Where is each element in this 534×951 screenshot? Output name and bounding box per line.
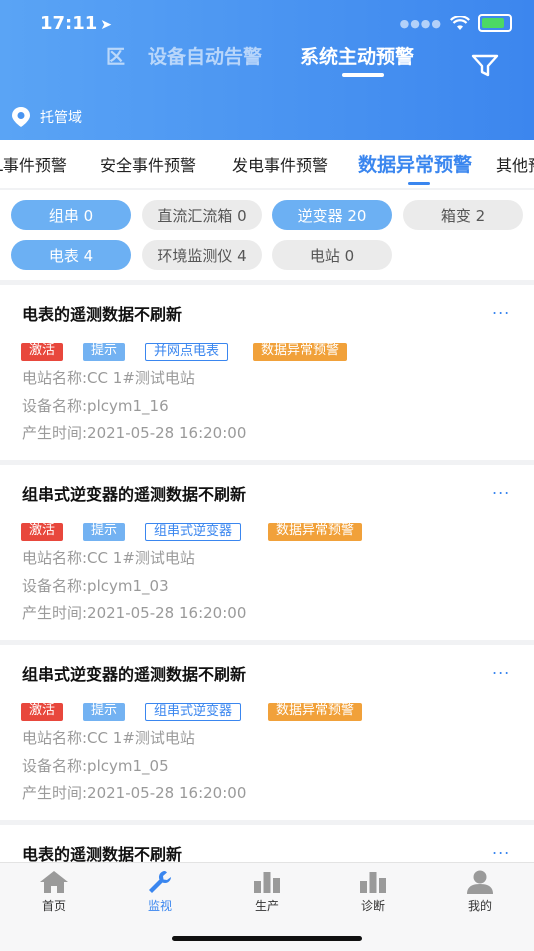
filter-icon[interactable]	[468, 50, 502, 80]
active-tab-indicator	[342, 73, 384, 77]
category-active-indicator	[408, 182, 430, 185]
bar-chart-icon	[360, 872, 386, 893]
device-type-badge: 组串式逆变器	[145, 703, 242, 721]
wifi-icon	[450, 15, 470, 30]
alert-card[interactable]: 组串式逆变器的遥测数据不刷新 ... 激活 提示 组串式逆变器 数据异常预警 电…	[0, 645, 534, 820]
alert-card[interactable]: 电表的遥测数据不刷新 ... 激活 提示 并网点电表 数据异常预警 电站名称:C…	[0, 285, 534, 460]
chip-string[interactable]: 组串 0	[11, 200, 131, 230]
more-icon[interactable]: ...	[492, 299, 510, 318]
status-badge: 激活	[21, 343, 64, 361]
level-badge: 提示	[83, 523, 126, 541]
level-badge: 提示	[83, 703, 126, 721]
level-badge: 提示	[83, 343, 126, 361]
device-type-badge: 组串式逆变器	[145, 523, 242, 541]
chip-dc-combiner[interactable]: 直流汇流箱 0	[142, 200, 262, 230]
alert-time: 产生时间:2021-05-28 16:20:00	[22, 784, 247, 802]
location-label: 托管域	[40, 110, 82, 126]
more-icon[interactable]: ...	[492, 659, 510, 678]
alert-device: 设备名称:plcym1_03	[22, 577, 169, 595]
top-tabs: 区 设备自动告警 系统主动预警	[0, 42, 534, 82]
bottom-tab-label: 诊断	[360, 899, 385, 913]
chip-box-transformer[interactable]: 箱变 2	[403, 200, 523, 230]
category-tab-generation[interactable]: 发电事件预警	[232, 152, 328, 176]
category-badge: 数据异常预警	[268, 523, 363, 541]
home-icon	[40, 871, 68, 893]
category-badge: 数据异常预警	[253, 343, 348, 361]
status-time: 17:11 ➤	[40, 13, 112, 34]
device-type-badge: 并网点电表	[145, 343, 229, 361]
alert-device: 设备名称:plcym1_05	[22, 757, 169, 775]
alert-station: 电站名称:CC 1#测试电站	[22, 549, 195, 567]
alert-time: 产生时间:2021-05-28 16:20:00	[22, 604, 247, 622]
home-indicator	[172, 936, 362, 941]
category-badge: 数据异常预警	[268, 703, 363, 721]
bottom-tab-monitor[interactable]: 监视	[120, 869, 200, 914]
alert-card[interactable]: 组串式逆变器的遥测数据不刷新 ... 激活 提示 组串式逆变器 数据异常预警 电…	[0, 465, 534, 640]
alert-card[interactable]: 电表的遥测数据不刷新 ...	[0, 825, 534, 865]
category-tabs: L事件预警 安全事件预警 发电事件预警 数据异常预警 其他预	[0, 140, 534, 188]
device-filter-chips: 组串 0 直流汇流箱 0 逆变器 20 箱变 2 电表 4 环境监测仪 4 电站…	[0, 190, 534, 280]
category-tab-data-anomaly[interactable]: 数据异常预警	[358, 150, 472, 177]
wrench-icon	[149, 870, 172, 893]
user-icon	[467, 870, 493, 894]
category-tab-partial[interactable]: L事件预警	[0, 152, 67, 176]
alert-title: 电表的遥测数据不刷新	[22, 305, 183, 324]
bottom-tab-diagnosis[interactable]: 诊断	[333, 869, 413, 914]
location-selector[interactable]: 托管域	[10, 106, 82, 128]
bottom-tab-production[interactable]: 生产	[227, 869, 307, 914]
category-tab-other[interactable]: 其他预	[496, 152, 534, 176]
bottom-tab-label: 生产	[254, 899, 279, 913]
bottom-tab-label: 首页	[41, 899, 66, 913]
alert-station: 电站名称:CC 1#测试电站	[22, 729, 195, 747]
tab-system-active-warning[interactable]: 系统主动预警	[300, 42, 414, 69]
bottom-tab-home[interactable]: 首页	[14, 869, 94, 914]
chip-env-monitor[interactable]: 环境监测仪 4	[142, 240, 262, 270]
system-icons: ●●●●	[400, 14, 512, 32]
bottom-tab-label: 我的	[467, 899, 492, 913]
app-header: 17:11 ➤ ●●●● 区 设备自动告警 系统主动预警 托管域	[0, 0, 534, 140]
more-icon[interactable]: ...	[492, 479, 510, 498]
tab-device-auto-alarm[interactable]: 设备自动告警	[148, 42, 262, 69]
battery-icon	[478, 14, 512, 32]
location-arrow-icon: ➤	[100, 17, 113, 33]
chip-meter[interactable]: 电表 4	[11, 240, 131, 270]
status-bar: 17:11 ➤ ●●●●	[0, 0, 534, 48]
status-badge: 激活	[21, 523, 64, 541]
bar-chart-icon	[254, 872, 280, 893]
chip-inverter[interactable]: 逆变器 20	[272, 200, 392, 230]
more-icon[interactable]: ...	[492, 839, 510, 858]
bottom-tab-label: 监视	[147, 899, 172, 913]
alert-title: 组串式逆变器的遥测数据不刷新	[22, 485, 247, 504]
chip-station[interactable]: 电站 0	[272, 240, 392, 270]
location-pin-icon	[12, 107, 30, 127]
alert-station: 电站名称:CC 1#测试电站	[22, 369, 195, 387]
alert-title: 组串式逆变器的遥测数据不刷新	[22, 665, 247, 684]
status-badge: 激活	[21, 703, 64, 721]
alert-device: 设备名称:plcym1_16	[22, 397, 169, 415]
signal-icon: ●●●●	[399, 16, 442, 30]
alert-time: 产生时间:2021-05-28 16:20:00	[22, 424, 247, 442]
category-tab-safety[interactable]: 安全事件预警	[100, 152, 196, 176]
status-time-text: 17:11	[40, 13, 98, 34]
tab-region[interactable]: 区	[106, 42, 125, 69]
bottom-tab-mine[interactable]: 我的	[440, 869, 520, 914]
